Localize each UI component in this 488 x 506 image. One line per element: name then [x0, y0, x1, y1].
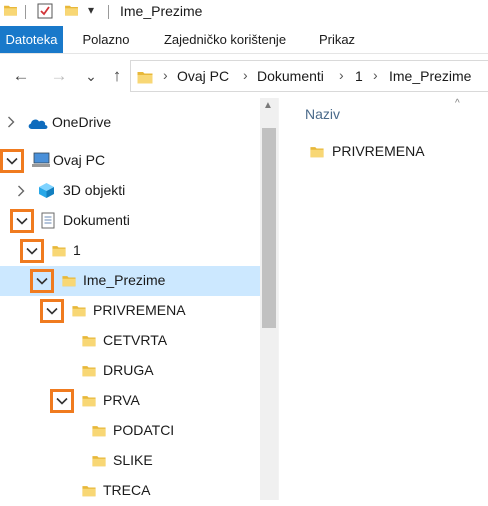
folder-icon [137, 70, 153, 84]
navigation-bar: ← → ⌄ ↑ › Ovaj PC › Dokumenti › 1 › Ime_… [0, 54, 488, 98]
folder-icon [310, 145, 324, 158]
documents-icon [41, 212, 55, 229]
chevron-right-icon[interactable] [4, 115, 18, 129]
breadcrumb-ovaj-pc[interactable]: Ovaj PC [177, 68, 229, 84]
breadcrumb-separator[interactable]: › [339, 67, 344, 83]
tree-item-cetvrta[interactable]: CETVRTA [0, 326, 260, 356]
tree-item-privremena[interactable]: PRIVREMENA [0, 296, 260, 326]
breadcrumb-separator[interactable]: › [373, 67, 378, 83]
tree-item-label: PRIVREMENA [93, 302, 186, 318]
tree-item-label: Ime_Prezime [83, 272, 166, 288]
scrollbar-thumb[interactable] [262, 128, 276, 328]
tree-item-label: DRUGA [103, 362, 154, 378]
computer-icon [32, 152, 50, 167]
file-list-pane: ^ Naziv PRIVREMENA [278, 98, 488, 500]
chevron-down-icon[interactable] [5, 154, 19, 168]
ribbon-tabs: Datoteka Polazno Zajedničko korištenje P… [0, 26, 488, 54]
tree-item-label: 1 [73, 242, 81, 258]
tree-item-label: CETVRTA [103, 332, 168, 348]
chevron-down-icon[interactable] [25, 244, 39, 258]
tab-datoteka[interactable]: Datoteka [0, 26, 63, 53]
back-arrow-icon[interactable]: ← [10, 65, 32, 87]
address-bar[interactable]: › Ovaj PC › Dokumenti › 1 › Ime_Prezime [130, 60, 488, 92]
tree-item-slike[interactable]: SLIKE [0, 446, 260, 476]
navigation-pane: OneDrive Ovaj PC 3D objekti Dokumenti 1 … [0, 98, 278, 500]
folder-icon [82, 484, 96, 497]
tree-item-treca[interactable]: TRECA [0, 476, 260, 506]
folder-icon [52, 244, 66, 257]
chevron-down-icon[interactable] [35, 274, 49, 288]
tree-item-label: Ovaj PC [53, 152, 106, 168]
tree-item-label: PRVA [103, 392, 140, 408]
folder-icon [3, 4, 18, 16]
list-item-label: PRIVREMENA [332, 143, 425, 159]
tree-item-prva[interactable]: PRVA [0, 386, 260, 416]
separator [108, 5, 109, 19]
sort-indicator-icon: ^ [455, 98, 460, 109]
scroll-up-arrow-icon[interactable]: ▲ [263, 100, 273, 111]
tree-item-onedrive[interactable]: OneDrive [0, 108, 260, 138]
folder-icon [72, 304, 86, 317]
folder-icon [82, 364, 96, 377]
window-title: Ime_Prezime [120, 3, 203, 19]
quick-access-dropdown-icon[interactable]: ▾ [88, 3, 94, 17]
chevron-down-icon[interactable] [15, 214, 29, 228]
tree-item-podatci[interactable]: PODATCI [0, 416, 260, 446]
chevron-right-icon[interactable] [14, 184, 28, 198]
tree-item-dokumenti[interactable]: Dokumenti [0, 206, 260, 236]
tab-prikaz[interactable]: Prikaz [309, 26, 365, 53]
tab-zajednicko-koristenje[interactable]: Zajedničko korištenje [155, 26, 295, 53]
tree-item-1[interactable]: 1 [0, 236, 260, 266]
divider [278, 98, 279, 500]
3d-cube-icon [39, 183, 54, 198]
tree-item-label: Dokumenti [63, 212, 130, 228]
breadcrumb-separator[interactable]: › [163, 67, 168, 83]
tree-item-3d-objekti[interactable]: 3D objekti [0, 176, 260, 206]
folder-icon [62, 274, 76, 287]
folder-icon [92, 454, 106, 467]
breadcrumb-separator[interactable]: › [243, 67, 248, 83]
tree-item-label: 3D objekti [63, 182, 126, 198]
tab-polazno[interactable]: Polazno [73, 26, 139, 53]
folder-icon [92, 424, 106, 437]
tree-item-label: OneDrive [52, 114, 112, 130]
folder-icon [82, 394, 96, 407]
chevron-down-icon[interactable] [45, 304, 59, 318]
breadcrumb-1[interactable]: 1 [355, 68, 363, 84]
title-bar: ▾ Ime_Prezime [0, 0, 488, 26]
tree-item-druga[interactable]: DRUGA [0, 356, 260, 386]
list-item[interactable]: PRIVREMENA [306, 142, 466, 166]
breadcrumb-ime-prezime[interactable]: Ime_Prezime [389, 68, 471, 84]
up-arrow-icon[interactable]: ↑ [106, 65, 128, 87]
tree-item-label: PODATCI [113, 422, 175, 438]
recent-locations-icon[interactable]: ⌄ [80, 65, 102, 87]
breadcrumb-dokumenti[interactable]: Dokumenti [257, 68, 324, 84]
column-header-naziv[interactable]: Naziv [305, 106, 340, 122]
separator [25, 5, 26, 19]
onedrive-cloud-icon [28, 119, 48, 129]
tree-item-ime-prezime[interactable]: Ime_Prezime [0, 266, 260, 296]
properties-checkbox-icon[interactable] [37, 3, 53, 19]
new-folder-icon[interactable] [64, 4, 79, 16]
tree-item-ovaj-pc[interactable]: Ovaj PC [0, 146, 260, 176]
forward-arrow-icon[interactable]: → [48, 65, 70, 87]
tree-item-label: SLIKE [113, 452, 153, 468]
tree-item-label: TRECA [103, 482, 151, 498]
chevron-down-icon[interactable] [55, 394, 69, 408]
folder-icon [82, 334, 96, 347]
